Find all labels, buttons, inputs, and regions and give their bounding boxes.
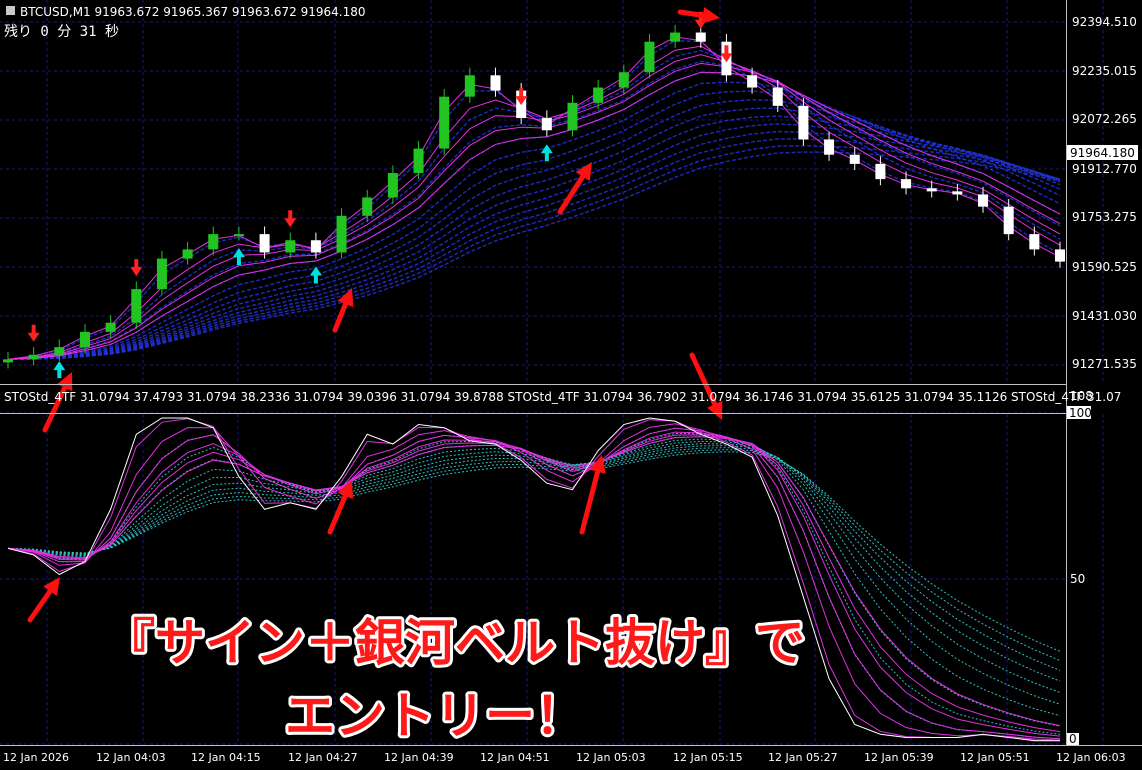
candle-body	[952, 191, 963, 195]
candle-body	[79, 331, 90, 348]
time-label: 12 Jan 04:39	[384, 751, 454, 764]
candle-body	[670, 32, 681, 42]
candle-body	[131, 289, 142, 323]
candle-body	[567, 102, 578, 131]
candle-body	[259, 234, 270, 253]
candle-body	[824, 139, 835, 155]
time-label: 12 Jan 06:03	[1056, 751, 1126, 764]
price-tick: 91753.275	[1072, 210, 1137, 224]
candle-body	[439, 96, 450, 149]
candle-body	[1029, 234, 1040, 250]
candle-body	[336, 215, 347, 253]
time-label: 12 Jan 05:27	[768, 751, 838, 764]
candle-body	[310, 240, 321, 253]
time-label: 12 Jan 2026	[3, 751, 69, 764]
candle-body	[695, 32, 706, 42]
countdown-timer: 残り 0 分 31 秒	[4, 24, 119, 40]
indicator-tick: 100	[1069, 406, 1092, 420]
candle-body	[618, 72, 629, 88]
candle-body	[798, 105, 809, 140]
price-tick: 92072.265	[1072, 112, 1137, 126]
candle-body	[413, 148, 424, 174]
indicator-tick: 0	[1069, 732, 1077, 746]
candle-body	[54, 347, 65, 355]
candle-body	[156, 258, 167, 290]
candle-body	[285, 240, 296, 253]
candle-body	[233, 234, 244, 237]
time-label: 12 Jan 05:51	[960, 751, 1030, 764]
annotation-line1: 『サイン＋銀河ベルト抜け』で	[105, 614, 805, 672]
candle-body	[901, 179, 912, 189]
candle-body	[490, 75, 501, 91]
time-label: 12 Jan 04:51	[480, 751, 550, 764]
candle-body	[362, 197, 373, 216]
price-tick: 92235.015	[1072, 64, 1137, 78]
candle-body	[464, 75, 475, 97]
candle-body	[978, 194, 989, 207]
current-price-label: 91964.180	[1070, 146, 1135, 160]
candle-body	[593, 87, 604, 103]
price-tick: 92394.510	[1072, 15, 1137, 29]
time-label: 12 Jan 05:15	[673, 751, 743, 764]
price-tick: 91431.030	[1072, 309, 1137, 323]
chart-header: BTCUSD,M1 91963.672 91965.367 91963.672 …	[20, 5, 366, 19]
candle-body	[3, 359, 13, 363]
candle-body	[747, 75, 758, 88]
indicator-tick: 108	[1070, 389, 1093, 403]
candle-body	[105, 322, 116, 332]
time-label: 12 Jan 04:27	[288, 751, 358, 764]
price-tick: 91912.770	[1072, 162, 1137, 176]
candle-body	[772, 87, 783, 106]
candle-body	[28, 354, 39, 360]
time-label: 12 Jan 04:03	[96, 751, 166, 764]
annotation-line2: エントリー！	[285, 687, 585, 745]
indicator-tick: 50	[1070, 572, 1085, 586]
candle-body	[849, 154, 860, 164]
trading-chart: BTCUSD,M1 91963.672 91965.367 91963.672 …	[0, 0, 1142, 770]
time-label: 12 Jan 05:03	[576, 751, 646, 764]
candle-body	[1003, 206, 1014, 235]
time-label: 12 Jan 04:15	[191, 751, 261, 764]
candle-body	[1055, 249, 1065, 262]
candle-body	[208, 234, 219, 250]
candle-body	[541, 118, 552, 131]
price-tick: 91590.525	[1072, 260, 1137, 274]
price-tick: 91271.535	[1072, 357, 1137, 371]
time-label: 12 Jan 05:39	[864, 751, 934, 764]
indicator-header: STOStd_4TF 31.0794 37.4793 31.0794 38.23…	[4, 390, 1121, 404]
candle-body	[387, 173, 398, 198]
candle-body	[644, 41, 655, 73]
candle-body	[182, 249, 193, 259]
candle-body	[875, 163, 886, 180]
candle-body	[926, 188, 937, 192]
